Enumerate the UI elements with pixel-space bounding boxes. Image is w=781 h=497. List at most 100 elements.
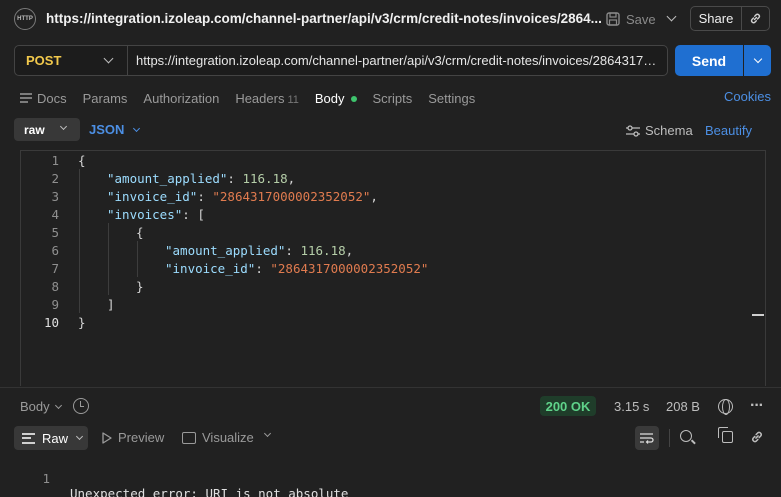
preview-label: Preview <box>118 430 165 445</box>
json-string: "2864317000002352052" <box>212 189 371 204</box>
tab-authorization[interactable]: Authorization <box>143 91 219 106</box>
body-format-label: JSON <box>89 122 125 137</box>
tab-settings[interactable]: Settings <box>428 91 475 106</box>
chevron-down-icon <box>753 54 762 64</box>
line-number: 1 <box>42 471 50 486</box>
tab-body[interactable]: Body <box>315 91 357 106</box>
send-options-button[interactable] <box>744 45 771 76</box>
code-line: 2 "amount_applied": 116.18, <box>21 170 761 188</box>
code-line: 5{ <box>21 224 761 242</box>
tab-scripts[interactable]: Scripts <box>373 91 413 106</box>
search-icon[interactable] <box>680 430 692 442</box>
chevron-down-icon <box>54 401 62 409</box>
code-line: 10} <box>21 314 761 332</box>
line-number: 2 <box>51 171 59 186</box>
json-punctuation: : [ <box>182 207 205 222</box>
wrap-icon <box>640 432 654 444</box>
visualize-label: Visualize <box>202 430 254 445</box>
response-text: Unexpected error: URI is not absolute <box>70 486 349 497</box>
json-punctuation: ] <box>107 297 115 312</box>
tab-headers[interactable]: Headers 11 <box>235 91 299 106</box>
toolbar-separator <box>669 429 670 447</box>
json-string: "2864317000002352052" <box>270 261 429 276</box>
tab-label: Headers <box>235 90 285 106</box>
line-number: 7 <box>51 261 59 276</box>
link-icon <box>750 13 761 24</box>
save-button[interactable]: Save <box>606 9 656 29</box>
response-view-select[interactable]: Body <box>20 399 62 414</box>
tab-label: Body <box>314 90 345 106</box>
save-options-chevron-icon[interactable] <box>666 11 677 22</box>
copy-link-button[interactable] <box>742 6 770 31</box>
code-line: 3 "invoice_id": "2864317000002352052", <box>21 188 761 206</box>
json-number: 116.18 <box>242 171 288 186</box>
request-title[interactable]: https://integration.izoleap.com/channel-… <box>46 11 602 26</box>
method-select[interactable]: POST <box>15 46 128 75</box>
visualize-chevron-icon[interactable] <box>263 429 272 438</box>
more-options-icon[interactable]: ··· <box>750 397 764 415</box>
wrap-lines-button[interactable] <box>635 426 659 450</box>
code-line: 8} <box>21 278 761 296</box>
tab-docs[interactable]: Docs <box>20 91 67 106</box>
status-badge: 200 OK <box>540 396 596 416</box>
code-content: } <box>78 314 86 332</box>
code-line: 9] <box>21 296 761 314</box>
visualize-button[interactable]: Visualize <box>182 430 254 445</box>
line-number: 9 <box>51 297 59 312</box>
json-key: "invoice_id" <box>165 261 256 276</box>
play-icon <box>102 431 112 444</box>
json-punctuation: { <box>136 225 144 240</box>
code-line: 4 "invoices": [ <box>21 206 761 224</box>
link-icon[interactable] <box>750 430 764 447</box>
preview-button[interactable]: Preview <box>102 430 164 445</box>
request-tabs: Docs Params Authorization Headers 11 Body… <box>20 89 491 107</box>
http-request-icon: HTTP <box>14 8 36 30</box>
url-input[interactable]: https://integration.izoleap.com/channel-… <box>136 53 663 68</box>
json-key: "amount_applied" <box>107 171 228 186</box>
chevron-down-icon <box>75 432 84 441</box>
code-content: } <box>136 278 144 296</box>
line-number: 4 <box>51 207 59 222</box>
share-button[interactable]: Share <box>690 6 742 31</box>
body-editor[interactable]: 1{2 "amount_applied": 116.18, 3 "invoice_id… <box>20 150 766 386</box>
response-size: 208 B <box>666 399 700 414</box>
code-content: "amount_applied": 116.18, <box>107 170 295 188</box>
body-indicator-dot <box>350 96 357 103</box>
schema-button[interactable]: Schema <box>626 123 693 138</box>
json-key: "amount_applied" <box>165 243 286 258</box>
network-globe-icon[interactable] <box>718 399 733 415</box>
json-key: "invoices" <box>107 207 183 222</box>
json-punctuation: } <box>78 315 86 330</box>
raw-lines-icon <box>22 432 35 444</box>
json-punctuation: : <box>227 171 243 186</box>
scrollbar-thumb[interactable] <box>752 314 764 316</box>
send-button[interactable]: Send <box>675 45 743 76</box>
copy-icon[interactable] <box>718 427 733 443</box>
json-number: 116.18 <box>300 243 346 258</box>
pane-divider[interactable] <box>0 387 781 388</box>
tab-params[interactable]: Params <box>83 91 128 106</box>
body-mode-select[interactable]: raw <box>14 118 80 141</box>
sliders-icon <box>626 124 640 137</box>
json-punctuation: { <box>78 153 86 168</box>
json-punctuation: } <box>136 279 144 294</box>
json-punctuation: , <box>370 189 378 204</box>
json-punctuation: : <box>285 243 301 258</box>
save-label: Save <box>626 11 656 27</box>
code-content: ] <box>107 296 115 314</box>
beautify-button[interactable]: Beautify <box>705 123 752 138</box>
response-raw-button[interactable]: Raw <box>14 426 88 450</box>
body-format-select[interactable]: JSON <box>89 122 141 137</box>
docs-icon <box>20 93 32 103</box>
line-number: 3 <box>51 189 59 204</box>
tab-label: Docs <box>37 90 67 106</box>
history-icon[interactable] <box>73 398 89 414</box>
code-line: 1{ <box>21 152 761 170</box>
json-punctuation: , <box>287 171 296 186</box>
schema-label: Schema <box>645 123 693 138</box>
line-number: 6 <box>51 243 59 258</box>
line-number: 5 <box>51 225 59 240</box>
body-mode-label: raw <box>24 122 45 137</box>
json-punctuation: : <box>255 261 271 276</box>
cookies-link[interactable]: Cookies <box>724 89 771 104</box>
